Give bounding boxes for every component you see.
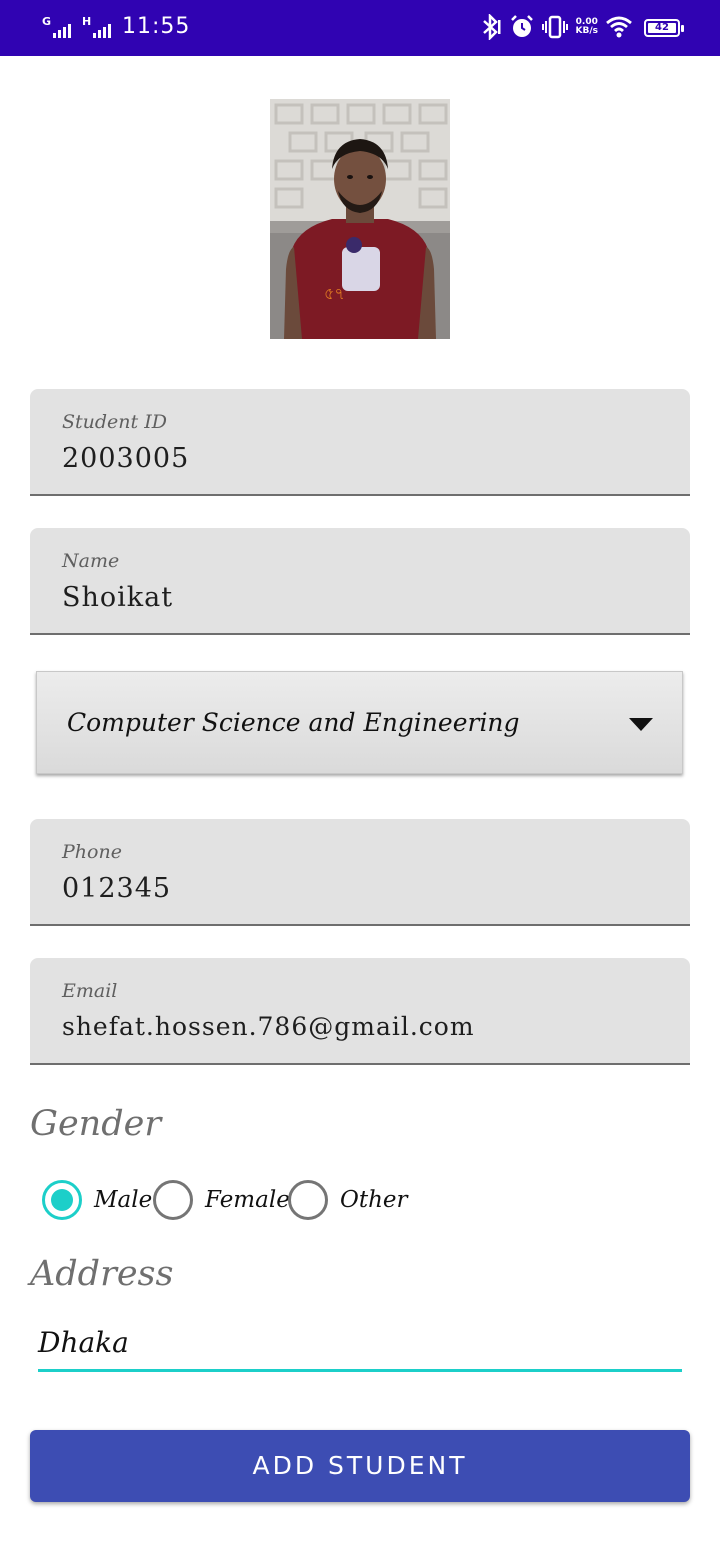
department-dropdown[interactable]: Computer Science and Engineering [36, 671, 683, 774]
alarm-icon [510, 15, 533, 37]
address-title: Address [30, 1254, 174, 1294]
gender-label-male[interactable]: Male [94, 1187, 152, 1213]
phone-value[interactable]: 012345 [62, 873, 171, 904]
student-id-hint: Student ID [62, 411, 167, 433]
address-input[interactable]: Dhaka [38, 1322, 682, 1372]
wifi-icon [606, 16, 632, 38]
department-selected: Computer Science and Engineering [67, 708, 520, 737]
name-field[interactable]: Name Shoikat [30, 528, 690, 635]
student-id-field[interactable]: Student ID 2003005 [30, 389, 690, 496]
sim1-network-label: G [42, 15, 52, 28]
student-photo-image: ৫৭ [270, 99, 450, 339]
net-speed: 0.00 KB/s [576, 18, 598, 36]
radio-unchecked-icon[interactable] [153, 1180, 193, 1220]
radio-unchecked-icon[interactable] [288, 1180, 328, 1220]
gender-label-other[interactable]: Other [340, 1187, 408, 1213]
student-id-value[interactable]: 2003005 [62, 443, 189, 474]
add-student-button[interactable]: ADD STUDENT [30, 1430, 690, 1502]
gender-title: Gender [30, 1104, 162, 1144]
vibrate-icon [541, 15, 568, 39]
phone-hint: Phone [62, 841, 122, 863]
net-speed-unit: KB/s [575, 26, 598, 36]
address-value[interactable]: Dhaka [38, 1326, 129, 1359]
radio-checked-icon[interactable] [42, 1180, 82, 1220]
name-hint: Name [62, 550, 120, 572]
signal-sim1-icon: G [42, 15, 72, 38]
email-value[interactable]: shefat.hossen.786@gmail.com [62, 1012, 475, 1041]
gender-radio-male[interactable]: Male [42, 1180, 152, 1220]
email-field[interactable]: Email shefat.hossen.786@gmail.com [30, 958, 690, 1065]
battery-icon: 42 [644, 19, 684, 37]
bluetooth-icon [482, 14, 501, 40]
phone-field[interactable]: Phone 012345 [30, 819, 690, 926]
status-bar: G H 11:55 0.00 KB/s 42 [0, 0, 720, 56]
dropdown-arrow-icon[interactable] [629, 718, 653, 731]
svg-text:৫৭: ৫৭ [324, 284, 345, 303]
name-value[interactable]: Shoikat [62, 582, 173, 613]
sim2-network-label: H [82, 15, 92, 28]
email-hint: Email [62, 980, 118, 1002]
gender-label-female[interactable]: Female [205, 1187, 290, 1213]
battery-level: 42 [648, 23, 676, 33]
student-photo[interactable]: ৫৭ [270, 99, 450, 339]
gender-radio-female[interactable]: Female [153, 1180, 290, 1220]
status-time: 11:55 [122, 14, 191, 39]
gender-radio-other[interactable]: Other [288, 1180, 408, 1220]
signal-sim2-icon: H [82, 15, 112, 38]
